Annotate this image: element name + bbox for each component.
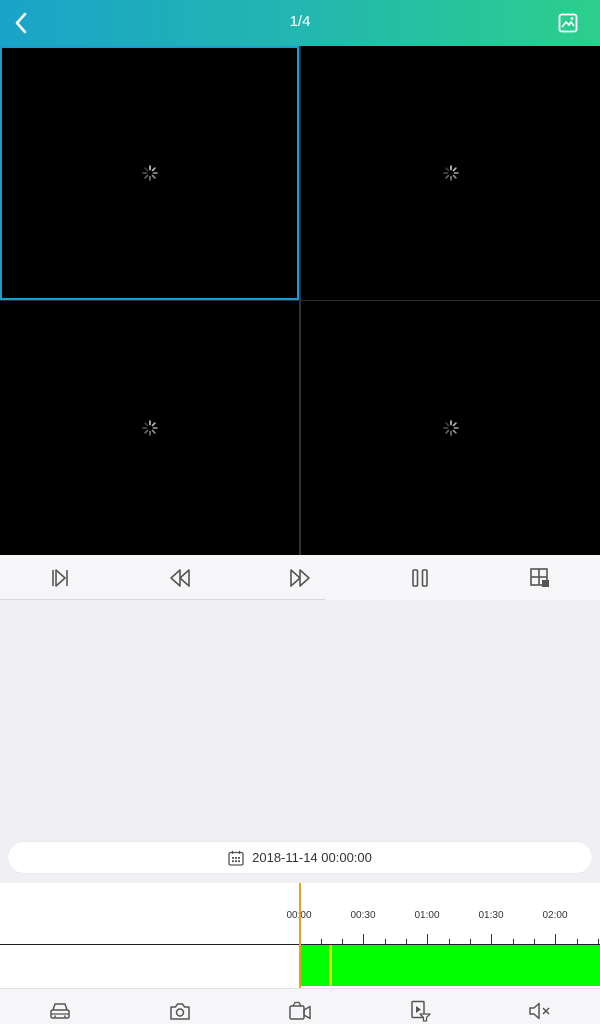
timeline-major-tick	[555, 934, 556, 944]
timeline[interactable]: 00:00 00:30 01:00 01:30 02:00	[0, 883, 600, 988]
car-icon	[50, 1003, 70, 1019]
layout-grid-icon	[530, 568, 549, 587]
camera-icon	[170, 1003, 190, 1020]
timeline-label: 01:30	[478, 910, 504, 921]
page-title: 1/4	[289, 13, 311, 30]
playback-filter-button[interactable]	[406, 997, 434, 1024]
video-pane-3[interactable]	[0, 301, 299, 555]
loading-spinner-icon	[442, 165, 459, 181]
playback-position-marker	[329, 945, 332, 986]
vehicle-button[interactable]	[46, 997, 74, 1024]
fast-forward-button[interactable]	[285, 563, 315, 593]
pause-button[interactable]	[405, 563, 435, 593]
video-pane-2[interactable]	[301, 46, 600, 300]
skip-to-start-button[interactable]	[45, 563, 75, 593]
top-bar: 1/4	[0, 0, 600, 46]
image-icon	[558, 13, 578, 33]
loading-spinner-icon	[141, 420, 158, 436]
timeline-label: 00:30	[350, 910, 376, 921]
timeline-label: 01:00	[414, 910, 440, 921]
video-pane-1[interactable]	[0, 46, 299, 300]
timeline-major-tick	[427, 934, 428, 944]
video-record-icon	[289, 1001, 311, 1020]
bottom-toolbar	[0, 988, 600, 1024]
pause-icon	[412, 569, 428, 587]
record-button[interactable]	[286, 997, 314, 1024]
rewind-icon	[170, 569, 190, 587]
video-grid	[0, 46, 600, 555]
rewind-button[interactable]	[165, 563, 195, 593]
snapshot-gallery-button[interactable]	[554, 9, 582, 37]
fast-forward-icon	[290, 569, 310, 587]
mute-button[interactable]	[526, 997, 554, 1024]
playback-filter-icon	[411, 1000, 431, 1022]
date-value: 2018-11-14 00:00:00	[252, 850, 372, 865]
calendar-icon	[228, 850, 244, 866]
date-picker[interactable]: 2018-11-14 00:00:00	[8, 842, 592, 873]
skip-to-start-icon	[52, 569, 68, 587]
timeline-major-tick	[363, 934, 364, 944]
loading-spinner-icon	[141, 165, 158, 181]
mute-icon	[529, 1002, 550, 1020]
video-pane-4[interactable]	[301, 301, 600, 555]
layout-grid-button[interactable]	[525, 563, 555, 593]
recording-segment	[301, 945, 600, 986]
timeline-label: 02:00	[542, 910, 568, 921]
snapshot-button[interactable]	[166, 997, 194, 1024]
timeline-major-tick	[491, 934, 492, 944]
playback-controls	[0, 555, 600, 600]
loading-spinner-icon	[442, 420, 459, 436]
divider	[0, 599, 325, 600]
timeline-cursor[interactable]	[299, 883, 301, 988]
